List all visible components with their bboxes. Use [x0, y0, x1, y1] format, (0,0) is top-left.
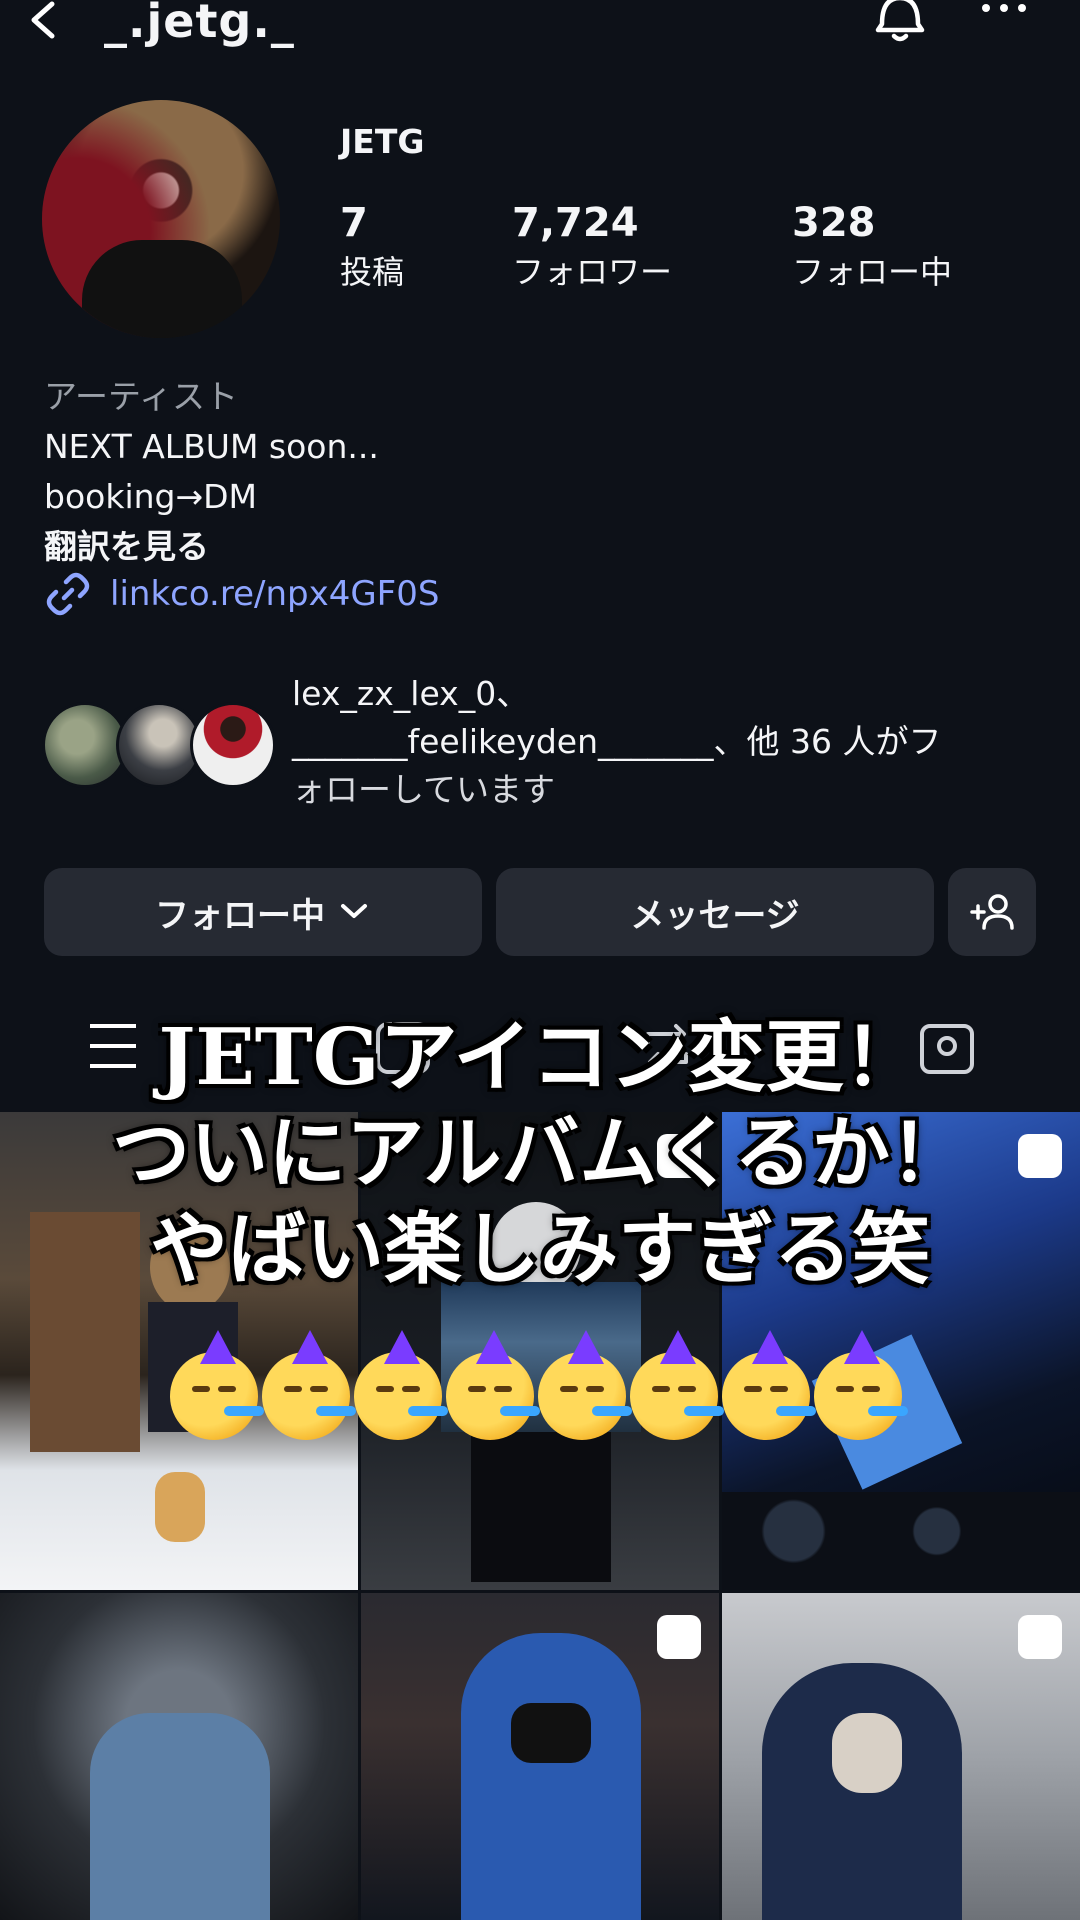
party-horn-icon — [316, 1406, 356, 1416]
partying-face-emoji — [722, 1330, 816, 1440]
stat-following[interactable]: 328 フォロー中 — [792, 200, 952, 294]
reel-play-icon — [1018, 1615, 1062, 1659]
eye-shape — [678, 1386, 696, 1392]
party-horn-icon — [776, 1406, 816, 1416]
post-tile-5[interactable] — [361, 1593, 719, 1920]
display-name: JETG — [340, 122, 425, 161]
bio-line-1: NEXT ALBUM soon... — [44, 427, 379, 466]
posts-label: 投稿 — [340, 253, 405, 291]
add-user-button[interactable] — [948, 868, 1036, 956]
notification-bell-icon[interactable] — [868, 0, 932, 46]
party-horn-icon — [500, 1406, 540, 1416]
add-user-icon — [970, 894, 1014, 930]
link-icon — [46, 572, 90, 616]
party-hat-icon — [476, 1330, 512, 1364]
post-tile-4[interactable] — [0, 1593, 358, 1920]
bio-line-2: booking→DM — [44, 477, 258, 516]
profile-handle: _.jetg._ — [104, 0, 295, 48]
partying-face-emoji — [170, 1330, 264, 1440]
partying-face-emoji — [446, 1330, 540, 1440]
eye-shape — [770, 1386, 788, 1392]
following-label: フォロー中 — [792, 253, 953, 291]
caption-line-2: ついにアルバムくるか！ — [112, 1108, 968, 1199]
message-button[interactable]: メッセージ — [496, 868, 934, 956]
stat-followers[interactable]: 7,724 フォロワー — [512, 200, 672, 294]
partying-face-emoji — [630, 1330, 724, 1440]
eye-shape — [310, 1386, 328, 1392]
post-tile-6[interactable] — [722, 1593, 1080, 1920]
party-horn-icon — [868, 1406, 908, 1416]
party-hat-icon — [200, 1330, 236, 1364]
partying-face-emoji-row — [170, 1330, 930, 1448]
eye-shape — [376, 1386, 394, 1392]
partying-face-emoji — [538, 1330, 632, 1440]
chevron-down-icon — [341, 904, 367, 918]
following-count: 328 — [792, 200, 876, 246]
party-hat-icon — [660, 1330, 696, 1364]
caption-line-1: JETGアイコン変更！ — [158, 1012, 922, 1103]
back-arrow-icon[interactable] — [18, 0, 68, 48]
eye-shape — [652, 1386, 670, 1392]
party-horn-icon — [592, 1406, 632, 1416]
face-shape — [832, 1713, 902, 1793]
eye-shape — [560, 1386, 578, 1392]
eye-shape — [862, 1386, 880, 1392]
bio-link[interactable]: linkco.re/npx4GF0S — [44, 570, 439, 618]
more-options-icon[interactable] — [976, 0, 1032, 24]
party-horn-icon — [408, 1406, 448, 1416]
following-button-label: フォロー中 — [155, 895, 325, 936]
eye-shape — [494, 1386, 512, 1392]
partying-face-emoji — [354, 1330, 448, 1440]
top-bar: _.jetg._ — [0, 0, 1080, 62]
mutual-avatar — [190, 702, 276, 788]
eye-shape — [836, 1386, 854, 1392]
link-text: linkco.re/npx4GF0S — [110, 574, 440, 614]
avatar-figure — [82, 240, 242, 338]
mutual-followers-avatars[interactable] — [42, 702, 276, 792]
party-hat-icon — [752, 1330, 788, 1364]
party-hat-icon — [292, 1330, 328, 1364]
party-hat-icon — [844, 1330, 880, 1364]
crowd-shape — [722, 1492, 1080, 1590]
pants-shape — [471, 1432, 611, 1582]
eye-shape — [586, 1386, 604, 1392]
category-label: アーティスト — [44, 377, 239, 416]
party-hat-icon — [568, 1330, 604, 1364]
eye-shape — [402, 1386, 420, 1392]
eye-shape — [218, 1386, 236, 1392]
following-button[interactable]: フォロー中 — [44, 868, 482, 956]
message-button-label: メッセージ — [630, 895, 800, 936]
mutual-followers-text[interactable]: lex_zx_lex_0、 _______feelikeyden_______、… — [292, 670, 1052, 814]
mask-shape — [511, 1703, 591, 1763]
eye-shape — [744, 1386, 762, 1392]
party-horn-icon — [224, 1406, 264, 1416]
profile-avatar[interactable] — [42, 100, 280, 338]
party-horn-icon — [684, 1406, 724, 1416]
hoodie-shape — [90, 1713, 270, 1920]
see-translation-link[interactable]: 翻訳を見る — [44, 522, 379, 572]
bio: アーティスト NEXT ALBUM soon... booking→DM 翻訳を… — [44, 372, 379, 572]
partying-face-emoji — [262, 1330, 356, 1440]
mutual-line-1: lex_zx_lex_0、 — [292, 674, 530, 713]
partying-face-emoji — [814, 1330, 908, 1440]
eye-shape — [468, 1386, 486, 1392]
dog-shape — [155, 1472, 205, 1542]
posts-count: 7 — [340, 200, 368, 246]
followers-count: 7,724 — [512, 200, 639, 246]
stat-posts[interactable]: 7 投稿 — [340, 200, 404, 294]
overlay-caption: JETGアイコン変更！ ついにアルバムくるか！ やばい楽しみすぎる笑 — [0, 1010, 1080, 1298]
mutual-line-3: ォローしています — [292, 770, 556, 809]
caption-line-3: やばい楽しみすぎる笑 — [149, 1204, 930, 1295]
party-hat-icon — [384, 1330, 420, 1364]
eye-shape — [284, 1386, 302, 1392]
mutual-line-2: _______feelikeyden_______、他 36 人がフ — [292, 722, 942, 761]
reel-play-icon — [657, 1615, 701, 1659]
followers-label: フォロワー — [512, 253, 673, 291]
jacket-shape — [461, 1633, 641, 1920]
eye-shape — [192, 1386, 210, 1392]
